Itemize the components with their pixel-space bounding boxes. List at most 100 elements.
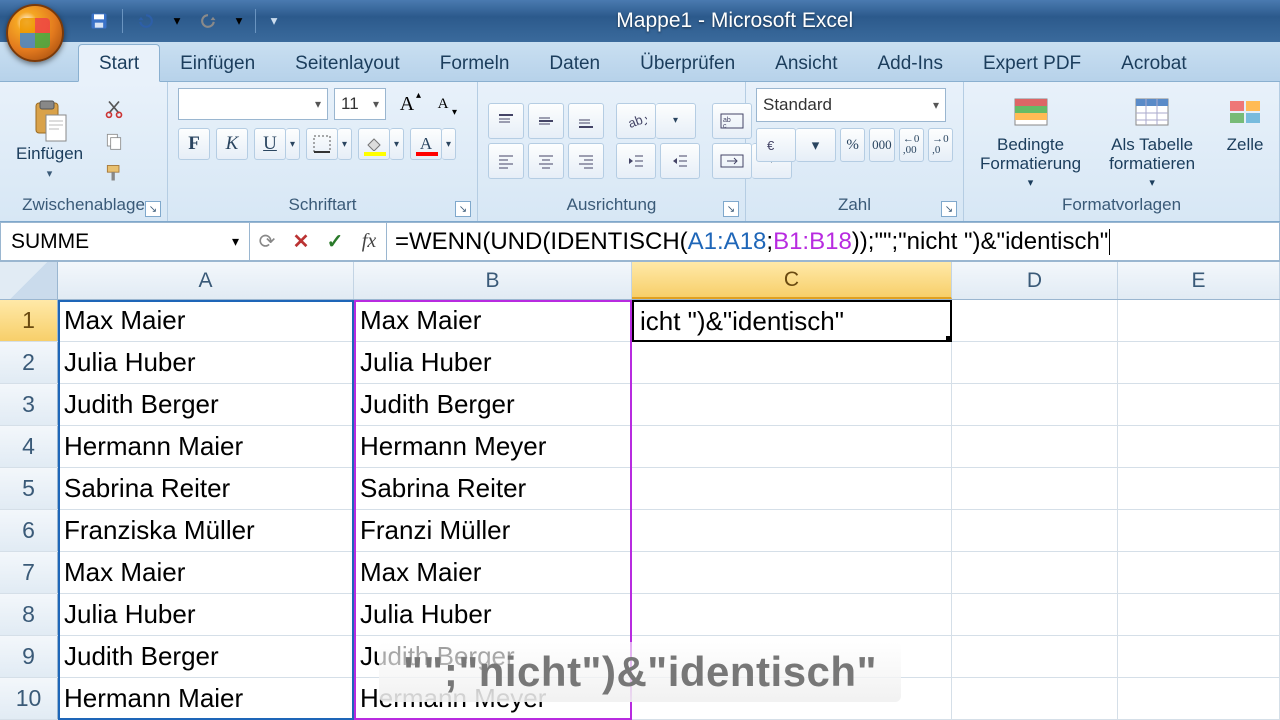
cell-E10[interactable]: [1118, 678, 1280, 719]
select-all-corner[interactable]: [0, 262, 58, 299]
cell-B1[interactable]: Max Maier: [354, 300, 632, 341]
undo-dropdown[interactable]: ▾: [169, 7, 185, 35]
tab-seitenlayout[interactable]: Seitenlayout: [275, 45, 420, 81]
conditional-formatting-button[interactable]: Bedingte Formatierung▾: [974, 88, 1087, 193]
format-as-table-button[interactable]: Als Tabelle formatieren▾: [1103, 88, 1201, 193]
name-box[interactable]: SUMME ▾: [0, 222, 250, 261]
cell-A10[interactable]: Hermann Maier: [58, 678, 354, 719]
cell-D10[interactable]: [952, 678, 1118, 719]
cell-E2[interactable]: [1118, 342, 1280, 383]
formula-input[interactable]: =WENN(UND(IDENTISCH(A1:A18;B1:B18));"";"…: [387, 222, 1280, 261]
cell-A6[interactable]: Franziska Müller: [58, 510, 354, 551]
tab-ueberpruefen[interactable]: Überprüfen: [620, 45, 755, 81]
align-left-button[interactable]: [488, 143, 524, 179]
cell-C3[interactable]: [632, 384, 952, 425]
paste-button[interactable]: Einfügen ▾: [10, 97, 89, 184]
cell-E1[interactable]: [1118, 300, 1280, 341]
currency-button[interactable]: €: [756, 128, 796, 162]
align-launcher[interactable]: ↘: [723, 201, 739, 217]
cell-E7[interactable]: [1118, 552, 1280, 593]
office-button[interactable]: [6, 4, 64, 62]
save-button[interactable]: [84, 7, 114, 35]
cell-B9[interactable]: Judith Berger: [354, 636, 632, 677]
tab-ansicht[interactable]: Ansicht: [755, 45, 857, 81]
font-size-combo[interactable]: 11▾: [334, 88, 386, 120]
cell-C6[interactable]: [632, 510, 952, 551]
cell-D8[interactable]: [952, 594, 1118, 635]
fill-color-button[interactable]: [358, 128, 390, 160]
clipboard-launcher[interactable]: ↘: [145, 201, 161, 217]
fill-handle[interactable]: [946, 336, 952, 342]
font-color-button[interactable]: A: [410, 128, 442, 160]
cell-B3[interactable]: Judith Berger: [354, 384, 632, 425]
tab-formeln[interactable]: Formeln: [420, 45, 530, 81]
tab-einfuegen[interactable]: Einfügen: [160, 45, 275, 81]
underline-button[interactable]: U: [254, 128, 286, 160]
cell-B6[interactable]: Franzi Müller: [354, 510, 632, 551]
fill-color-dropdown[interactable]: ▾: [390, 128, 404, 160]
spreadsheet-grid[interactable]: A B C D E 1Max MaierMax Maier2Julia Hube…: [0, 262, 1280, 720]
align-bottom-button[interactable]: [568, 103, 604, 139]
thousands-button[interactable]: 000: [869, 128, 894, 162]
cell-E3[interactable]: [1118, 384, 1280, 425]
cell-B2[interactable]: Julia Huber: [354, 342, 632, 383]
decrease-indent-button[interactable]: [616, 143, 656, 179]
row-header[interactable]: 6: [0, 510, 58, 551]
align-top-button[interactable]: [488, 103, 524, 139]
orientation-dropdown[interactable]: ▾: [656, 103, 696, 139]
cell-A2[interactable]: Julia Huber: [58, 342, 354, 383]
row-header[interactable]: 3: [0, 384, 58, 425]
cell-E8[interactable]: [1118, 594, 1280, 635]
cell-E4[interactable]: [1118, 426, 1280, 467]
cell-D2[interactable]: [952, 342, 1118, 383]
underline-dropdown[interactable]: ▾: [286, 128, 300, 160]
cell-D9[interactable]: [952, 636, 1118, 677]
cell-B8[interactable]: Julia Huber: [354, 594, 632, 635]
increase-indent-button[interactable]: [660, 143, 700, 179]
cell-C4[interactable]: [632, 426, 952, 467]
cell-D6[interactable]: [952, 510, 1118, 551]
borders-dropdown[interactable]: ▾: [338, 128, 352, 160]
active-editing-cell[interactable]: icht ")&"identisch": [632, 300, 952, 342]
cell-B4[interactable]: Hermann Meyer: [354, 426, 632, 467]
tab-daten[interactable]: Daten: [529, 45, 620, 81]
cell-A5[interactable]: Sabrina Reiter: [58, 468, 354, 509]
cell-A3[interactable]: Judith Berger: [58, 384, 354, 425]
font-family-combo[interactable]: ▾: [178, 88, 328, 120]
col-header-b[interactable]: B: [354, 262, 632, 299]
cell-B5[interactable]: Sabrina Reiter: [354, 468, 632, 509]
redo-button[interactable]: [193, 7, 223, 35]
cell-E9[interactable]: [1118, 636, 1280, 677]
row-header[interactable]: 10: [0, 678, 58, 719]
row-header[interactable]: 7: [0, 552, 58, 593]
cell-styles-button[interactable]: Zelle: [1217, 88, 1267, 159]
align-right-button[interactable]: [568, 143, 604, 179]
row-header[interactable]: 4: [0, 426, 58, 467]
col-header-d[interactable]: D: [952, 262, 1118, 299]
tab-expertpdf[interactable]: Expert PDF: [963, 45, 1101, 81]
format-painter-button[interactable]: [101, 160, 127, 186]
col-header-e[interactable]: E: [1118, 262, 1280, 299]
cell-A4[interactable]: Hermann Maier: [58, 426, 354, 467]
formula-cancel-button[interactable]: ⟳: [250, 223, 284, 260]
cell-C10[interactable]: [632, 678, 952, 719]
row-header[interactable]: 1: [0, 300, 58, 341]
insert-function-button[interactable]: fx: [352, 223, 386, 260]
borders-button[interactable]: [306, 128, 338, 160]
tab-acrobat[interactable]: Acrobat: [1101, 45, 1206, 81]
row-header[interactable]: 8: [0, 594, 58, 635]
cell-D3[interactable]: [952, 384, 1118, 425]
percent-button[interactable]: %: [840, 128, 865, 162]
cell-D7[interactable]: [952, 552, 1118, 593]
cell-C8[interactable]: [632, 594, 952, 635]
align-center-button[interactable]: [528, 143, 564, 179]
increase-decimal-button[interactable]: ←0,00: [899, 128, 924, 162]
currency-dropdown[interactable]: ▾: [796, 128, 836, 162]
bold-button[interactable]: F: [178, 128, 210, 160]
number-launcher[interactable]: ↘: [941, 201, 957, 217]
cell-A1[interactable]: Max Maier: [58, 300, 354, 341]
font-launcher[interactable]: ↘: [455, 201, 471, 217]
align-middle-button[interactable]: [528, 103, 564, 139]
undo-button[interactable]: [131, 7, 161, 35]
font-color-dropdown[interactable]: ▾: [442, 128, 456, 160]
